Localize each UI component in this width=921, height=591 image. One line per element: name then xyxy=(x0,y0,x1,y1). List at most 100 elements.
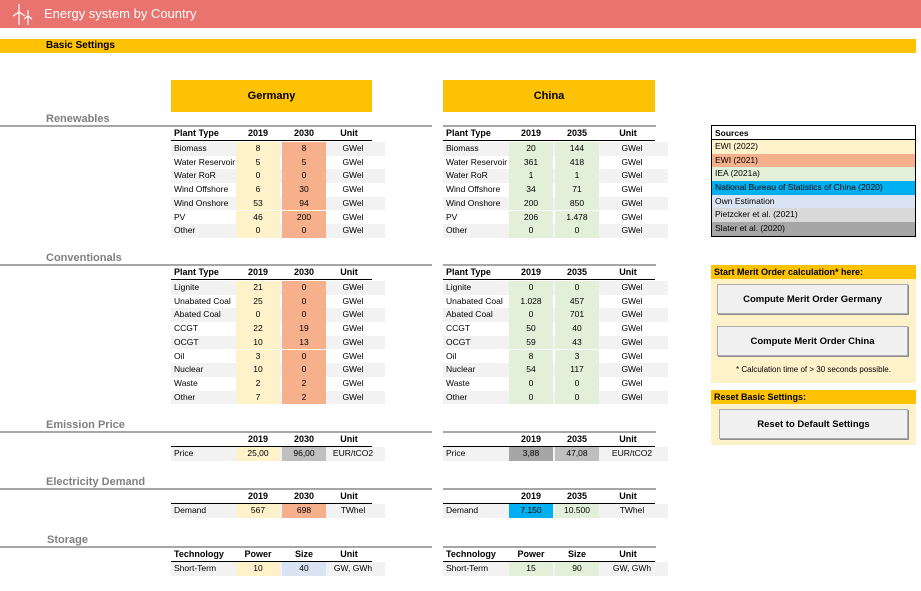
table-cell[interactable]: 3,88 xyxy=(509,447,553,461)
table-cell[interactable]: 19 xyxy=(282,322,326,336)
table-cell[interactable]: 1 xyxy=(509,169,553,184)
table-cell[interactable]: 200 xyxy=(509,196,553,211)
table-cell[interactable]: 54 xyxy=(509,363,553,377)
table-cell[interactable]: 5 xyxy=(236,155,280,170)
table-cell[interactable]: 8 xyxy=(282,142,326,156)
table-cell[interactable]: 15 xyxy=(509,562,553,576)
table-cell[interactable]: 53 xyxy=(236,196,280,211)
sources-title: Sources xyxy=(712,126,915,140)
table-cell[interactable]: 0 xyxy=(509,281,553,295)
table-cell[interactable]: 206 xyxy=(509,210,553,225)
table-cell[interactable]: 10 xyxy=(236,363,280,377)
row-label: Other xyxy=(446,225,468,236)
table-cell[interactable]: 46 xyxy=(236,210,280,225)
table-cell[interactable]: 117 xyxy=(555,363,599,377)
table-row: PV 46 200 GWel xyxy=(171,210,385,225)
row-label: PV xyxy=(446,211,458,222)
table-cell[interactable]: 0 xyxy=(236,169,280,184)
table-cell[interactable]: 0 xyxy=(282,294,326,309)
table-cell[interactable]: 1.478 xyxy=(555,210,599,225)
table-row: Wind Offshore 34 71 GWel xyxy=(443,183,668,197)
table-cell[interactable]: 0 xyxy=(509,308,553,323)
source-item: Pietzcker et al. (2021) xyxy=(712,208,915,223)
table-cell[interactable]: 0 xyxy=(236,308,280,323)
table-cell[interactable]: 144 xyxy=(555,142,599,156)
table-cell[interactable]: 200 xyxy=(282,210,326,225)
table-cell[interactable]: 0 xyxy=(509,390,553,405)
table-cell[interactable]: 22 xyxy=(236,322,280,336)
table-cell[interactable]: 43 xyxy=(555,335,599,350)
table-cell[interactable]: 40 xyxy=(555,322,599,336)
table-cell[interactable]: 1 xyxy=(555,169,599,184)
table-cell[interactable]: 10 xyxy=(236,335,280,350)
table-cell[interactable]: 0 xyxy=(555,224,599,238)
column-header: 2019 xyxy=(247,267,269,277)
table-cell[interactable]: 71 xyxy=(555,183,599,197)
table-cell[interactable]: 0 xyxy=(282,363,326,377)
table-cell[interactable]: 7.150 xyxy=(509,504,553,518)
table-cell[interactable]: 418 xyxy=(555,155,599,170)
table-cell[interactable]: 0 xyxy=(555,390,599,405)
table-cell[interactable]: 40 xyxy=(282,562,326,576)
table-cell[interactable]: 0 xyxy=(509,224,553,238)
source-item: Slater et al. (2020) xyxy=(712,222,915,236)
table-cell[interactable]: 2 xyxy=(236,376,280,391)
table-cell[interactable]: 2 xyxy=(282,390,326,405)
table-cell[interactable]: 50 xyxy=(509,322,553,336)
table-cell[interactable]: 34 xyxy=(509,183,553,197)
table-cell[interactable]: 0 xyxy=(555,281,599,295)
column-header: 2035 xyxy=(566,128,588,138)
table-row: Water RoR 0 0 GWel xyxy=(171,169,385,184)
table-cell: GWel xyxy=(621,282,643,292)
table-cell[interactable]: 850 xyxy=(555,196,599,211)
table-cell[interactable]: 0 xyxy=(282,281,326,295)
table-cell: GWel xyxy=(342,197,364,208)
table-cell[interactable]: 30 xyxy=(282,183,326,197)
table-cell[interactable]: 96,00 xyxy=(282,447,326,461)
table-cell[interactable]: 47,08 xyxy=(555,447,599,461)
table-cell[interactable]: 90 xyxy=(555,562,599,576)
table-cell[interactable]: 0 xyxy=(282,308,326,323)
table-cell[interactable]: 8 xyxy=(509,349,553,364)
table-cell[interactable]: 7 xyxy=(236,390,280,405)
table-cell[interactable]: 5 xyxy=(282,155,326,170)
table-cell[interactable]: 94 xyxy=(282,196,326,211)
table-cell[interactable]: 0 xyxy=(282,349,326,364)
table-cell[interactable]: 10 xyxy=(236,562,280,576)
row-label: Other xyxy=(174,225,196,236)
reset-default-settings-button[interactable]: Reset to Default Settings xyxy=(719,409,908,439)
table-cell[interactable]: 0 xyxy=(555,376,599,391)
table-cell[interactable]: 6 xyxy=(236,183,280,197)
column-header: 2030 xyxy=(293,491,315,501)
table-cell[interactable]: 0 xyxy=(236,224,280,238)
table-cell[interactable]: 457 xyxy=(555,294,599,309)
table-cell[interactable]: 3 xyxy=(555,349,599,364)
table-cell[interactable]: 20 xyxy=(509,142,553,156)
table-cell[interactable]: 8 xyxy=(236,142,280,156)
table-cell[interactable]: 701 xyxy=(555,308,599,323)
sources-list: EWI (2022) EWI (2021) IEA (2021a) National … xyxy=(712,140,915,236)
table-cell[interactable]: 567 xyxy=(236,504,280,518)
table-cell[interactable]: 698 xyxy=(282,504,326,518)
table-row: Wind Onshore 200 850 GWel xyxy=(443,196,668,211)
table-cell[interactable]: 0 xyxy=(282,224,326,238)
table-cell[interactable]: 2 xyxy=(282,376,326,391)
compute-merit-order-china-button[interactable]: Compute Merit Order China xyxy=(717,326,908,356)
table-row: Water RoR 1 1 GWel xyxy=(443,169,668,184)
table-cell[interactable]: 3 xyxy=(236,349,280,364)
table-cell[interactable]: 361 xyxy=(509,155,553,170)
table-cell[interactable]: 25,00 xyxy=(236,447,280,461)
table-row: Other 0 0 GWel xyxy=(443,390,668,405)
table-cell[interactable]: 25 xyxy=(236,294,280,309)
table-cell[interactable]: 21 xyxy=(236,281,280,295)
table-cell[interactable]: 0 xyxy=(509,376,553,391)
table-cell[interactable]: 1.028 xyxy=(509,294,553,309)
compute-merit-order-germany-button[interactable]: Compute Merit Order Germany xyxy=(717,284,908,314)
row-label: Nuclear xyxy=(174,364,204,375)
table-cell[interactable]: 10.500 xyxy=(555,504,599,518)
table-cell[interactable]: 59 xyxy=(509,335,553,350)
table-cell[interactable]: 13 xyxy=(282,335,326,350)
table-cell: GWel xyxy=(342,211,364,222)
table-cell[interactable]: 0 xyxy=(282,169,326,184)
column-header: Plant Type xyxy=(446,267,491,277)
